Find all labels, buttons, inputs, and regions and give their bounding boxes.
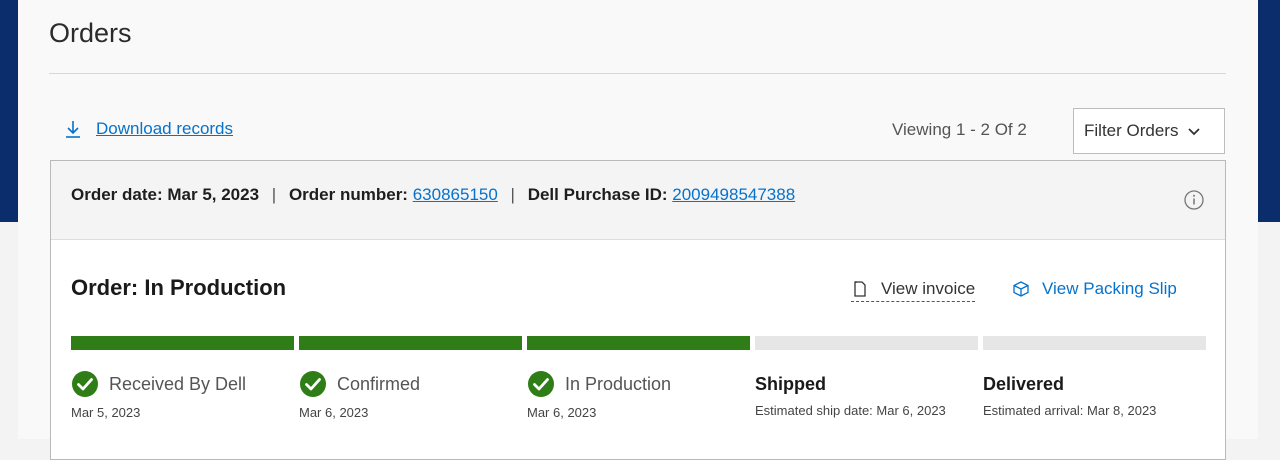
invoice-icon <box>854 281 866 297</box>
view-invoice-link[interactable]: View invoice <box>851 279 976 302</box>
order-number-link[interactable]: 630865150 <box>413 185 498 204</box>
order-step-date: Mar 5, 2023 <box>71 405 141 420</box>
download-icon <box>66 121 80 138</box>
check-circle-icon <box>72 371 98 397</box>
order-step: Confirmed Mar 6, 2023 <box>299 369 420 420</box>
view-invoice-label: View invoice <box>881 279 976 298</box>
orders-panel: Orders Download records Viewing 1 - 2 Of… <box>18 0 1258 460</box>
check-circle-icon <box>528 371 554 397</box>
order-number-label: Order number: <box>288 185 408 204</box>
order-step-date: Mar 6, 2023 <box>527 405 597 420</box>
info-icon[interactable] <box>1183 189 1205 211</box>
order-step-label: Shipped <box>755 373 826 394</box>
progress-segment-5 <box>983 336 1206 350</box>
order-step-row: In Production <box>527 369 671 399</box>
order-progress-bar <box>71 336 1206 350</box>
order-header: Order date: Mar 5, 2023 | Order number: … <box>51 161 1225 240</box>
order-step: Delivered Estimated arrival: Mar 8, 2023 <box>983 369 1157 419</box>
order-step-label: Received By Dell <box>109 373 247 394</box>
download-records-link[interactable]: Download records <box>62 118 233 140</box>
order-step-row: Confirmed <box>299 369 420 399</box>
chevron-down-icon <box>1188 128 1201 136</box>
order-date-label: Order date: <box>71 185 163 204</box>
purchase-id-label: Dell Purchase ID: <box>527 185 668 204</box>
viewing-count: Viewing 1 - 2 Of 2 <box>892 120 1027 139</box>
progress-segment-3 <box>527 336 750 350</box>
order-step-date: Estimated ship date: Mar 6, 2023 <box>755 403 946 418</box>
view-packing-slip-label: View Packing Slip <box>1042 279 1177 298</box>
meta-separator: | <box>510 185 515 204</box>
filter-orders-label: Filter Orders <box>1084 121 1179 140</box>
download-records-label: Download records <box>96 119 234 138</box>
order-status-title: Order: In Production <box>71 275 287 300</box>
order-step-label: In Production <box>565 373 672 394</box>
check-circle-icon <box>300 371 326 397</box>
order-step-date: Mar 6, 2023 <box>299 405 369 420</box>
order-step-label: Confirmed <box>337 373 421 394</box>
order-step: Received By Dell Mar 5, 2023 <box>71 369 246 420</box>
page-title: Orders <box>49 18 132 48</box>
order-step: In Production Mar 6, 2023 <box>527 369 671 420</box>
order-date-value: Mar 5, 2023 <box>167 185 260 204</box>
purchase-id-link[interactable]: 2009498547388 <box>672 185 795 204</box>
order-step: Shipped Estimated ship date: Mar 6, 2023 <box>755 369 946 419</box>
progress-segment-1 <box>71 336 294 350</box>
filter-orders-dropdown[interactable]: Filter Orders <box>1073 108 1225 154</box>
order-step-date: Estimated arrival: Mar 8, 2023 <box>983 403 1157 418</box>
order-step-label: Delivered <box>983 373 1065 394</box>
order-card: Order date: Mar 5, 2023 | Order number: … <box>50 160 1226 460</box>
progress-segment-2 <box>299 336 522 350</box>
progress-segment-4 <box>755 336 978 350</box>
order-step-row: Delivered <box>983 369 1156 399</box>
package-icon <box>1013 281 1029 297</box>
order-step-row: Shipped <box>755 369 946 399</box>
title-divider <box>49 73 1226 74</box>
meta-separator: | <box>271 185 277 204</box>
view-packing-slip-link[interactable]: View Packing Slip <box>1012 279 1177 299</box>
order-meta: Order date: Mar 5, 2023 | Order number: … <box>71 185 795 205</box>
order-step-row: Received By Dell <box>71 369 246 399</box>
